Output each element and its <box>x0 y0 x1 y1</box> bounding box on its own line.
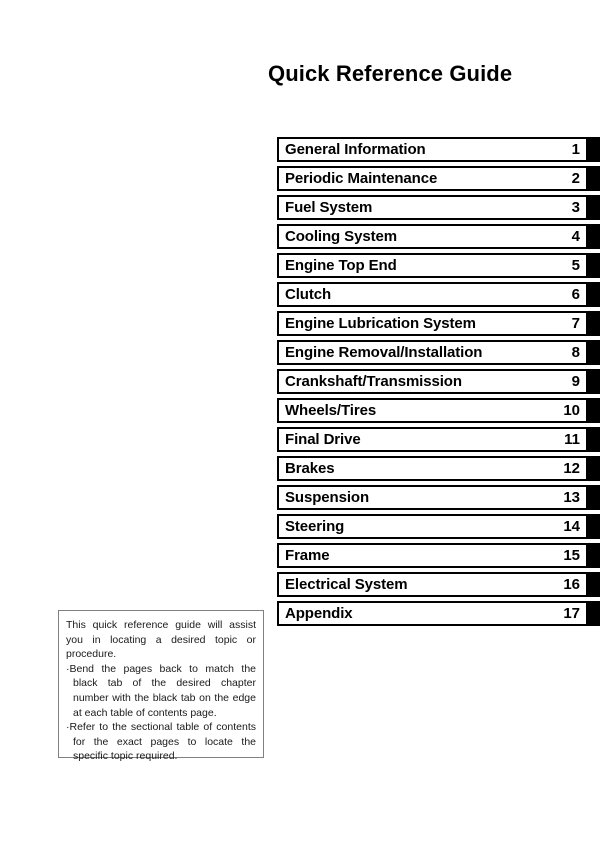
chapter-number: 14 <box>563 518 580 535</box>
chapter-index-row[interactable]: Suspension 13 <box>277 485 600 510</box>
chapter-number: 5 <box>571 257 580 274</box>
note-paragraph-intro: This quick reference guide will assist y… <box>66 619 256 661</box>
chapter-index-row[interactable]: Fuel System 3 <box>277 195 600 220</box>
note-bullet-item: ·Bend the pages back to match the black … <box>66 662 256 720</box>
chapter-entry[interactable]: Final Drive 11 <box>277 427 588 452</box>
chapter-number: 8 <box>571 344 580 361</box>
chapter-number: 3 <box>571 199 580 216</box>
chapter-index-row[interactable]: Engine Top End 5 <box>277 253 600 278</box>
chapter-entry[interactable]: Clutch 6 <box>277 282 588 307</box>
chapter-label: Periodic Maintenance <box>285 170 438 187</box>
chapter-black-tab <box>588 253 600 278</box>
chapter-entry[interactable]: Wheels/Tires 10 <box>277 398 588 423</box>
chapter-index-row[interactable]: Crankshaft/Transmission 9 <box>277 369 600 394</box>
chapter-black-tab <box>588 166 600 191</box>
chapter-number: 7 <box>571 315 580 332</box>
chapter-index-row[interactable]: Periodic Maintenance 2 <box>277 166 600 191</box>
chapter-number: 12 <box>563 460 580 477</box>
chapter-entry[interactable]: Cooling System 4 <box>277 224 588 249</box>
chapter-index-row[interactable]: Wheels/Tires 10 <box>277 398 600 423</box>
page-canvas: Quick Reference Guide General Informatio… <box>0 0 600 850</box>
chapter-label: Engine Removal/Installation <box>285 344 483 361</box>
chapter-number: 11 <box>564 431 580 448</box>
chapter-entry[interactable]: Periodic Maintenance 2 <box>277 166 588 191</box>
page-title: Quick Reference Guide <box>268 61 513 86</box>
chapter-black-tab <box>588 514 600 539</box>
chapter-number: 16 <box>563 576 580 593</box>
note-bullet-text: Bend the pages back to match the black t… <box>69 662 257 719</box>
chapter-number: 15 <box>563 547 580 564</box>
chapter-black-tab <box>588 195 600 220</box>
chapter-index-row[interactable]: Brakes 12 <box>277 456 600 481</box>
chapter-number: 13 <box>563 489 580 506</box>
chapter-index-row[interactable]: Cooling System 4 <box>277 224 600 249</box>
chapter-entry[interactable]: Fuel System 3 <box>277 195 588 220</box>
chapter-number: 17 <box>563 605 580 622</box>
chapter-black-tab <box>588 427 600 452</box>
chapter-index-row[interactable]: Final Drive 11 <box>277 427 600 452</box>
note-bullet-item: ·Refer to the sectional table of content… <box>66 720 256 764</box>
chapter-index-row[interactable]: Clutch 6 <box>277 282 600 307</box>
chapter-black-tab <box>588 485 600 510</box>
chapter-index-row[interactable]: Engine Removal/Installation 8 <box>277 340 600 365</box>
chapter-entry[interactable]: General Information 1 <box>277 137 588 162</box>
chapter-index-row[interactable]: Steering 14 <box>277 514 600 539</box>
chapter-index-table: General Information 1 Periodic Maintenance… <box>277 137 600 630</box>
chapter-black-tab <box>588 572 600 597</box>
chapter-index-row[interactable]: Appendix 17 <box>277 601 600 626</box>
chapter-entry[interactable]: Suspension 13 <box>277 485 588 510</box>
chapter-number: 10 <box>563 402 580 419</box>
chapter-black-tab <box>588 601 600 626</box>
chapter-black-tab <box>588 543 600 568</box>
chapter-entry[interactable]: Appendix 17 <box>277 601 588 626</box>
chapter-entry[interactable]: Engine Lubrication System 7 <box>277 311 588 336</box>
chapter-black-tab <box>588 369 600 394</box>
chapter-entry[interactable]: Frame 15 <box>277 543 588 568</box>
chapter-label: Cooling System <box>285 228 397 245</box>
chapter-entry[interactable]: Steering 14 <box>277 514 588 539</box>
chapter-label: Electrical System <box>285 576 408 593</box>
chapter-number: 1 <box>571 141 580 158</box>
chapter-black-tab <box>588 456 600 481</box>
chapter-index-row[interactable]: Engine Lubrication System 7 <box>277 311 600 336</box>
chapter-black-tab <box>588 224 600 249</box>
chapter-number: 9 <box>571 373 580 390</box>
chapter-black-tab <box>588 398 600 423</box>
chapter-label: Final Drive <box>285 431 361 448</box>
chapter-black-tab <box>588 340 600 365</box>
chapter-number: 6 <box>571 286 580 303</box>
chapter-label: Suspension <box>285 489 370 506</box>
chapter-entry[interactable]: Engine Removal/Installation 8 <box>277 340 588 365</box>
chapter-index-row[interactable]: Frame 15 <box>277 543 600 568</box>
chapter-entry[interactable]: Brakes 12 <box>277 456 588 481</box>
chapter-label: Engine Lubrication System <box>285 315 476 332</box>
quick-reference-note-box: This quick reference guide will assist y… <box>58 610 264 762</box>
chapter-entry[interactable]: Engine Top End 5 <box>277 253 588 278</box>
chapter-label: General Information <box>285 141 426 158</box>
chapter-index-row[interactable]: Electrical System 16 <box>277 572 600 597</box>
chapter-black-tab <box>588 137 600 162</box>
chapter-black-tab <box>588 311 600 336</box>
chapter-black-tab <box>588 282 600 307</box>
chapter-entry[interactable]: Electrical System 16 <box>277 572 588 597</box>
chapter-label: Steering <box>285 518 345 535</box>
chapter-label: Crankshaft/Transmission <box>285 373 462 390</box>
chapter-number: 2 <box>571 170 580 187</box>
chapter-label: Appendix <box>285 605 353 622</box>
note-bullet-text: Refer to the sectional table of contents… <box>69 721 257 763</box>
chapter-label: Wheels/Tires <box>285 402 377 419</box>
chapter-label: Clutch <box>285 286 332 303</box>
chapter-label: Fuel System <box>285 199 373 216</box>
chapter-label: Brakes <box>285 460 335 477</box>
chapter-number: 4 <box>571 228 580 245</box>
chapter-index-row[interactable]: General Information 1 <box>277 137 600 162</box>
chapter-entry[interactable]: Crankshaft/Transmission 9 <box>277 369 588 394</box>
chapter-label: Frame <box>285 547 330 564</box>
chapter-label: Engine Top End <box>285 257 397 274</box>
